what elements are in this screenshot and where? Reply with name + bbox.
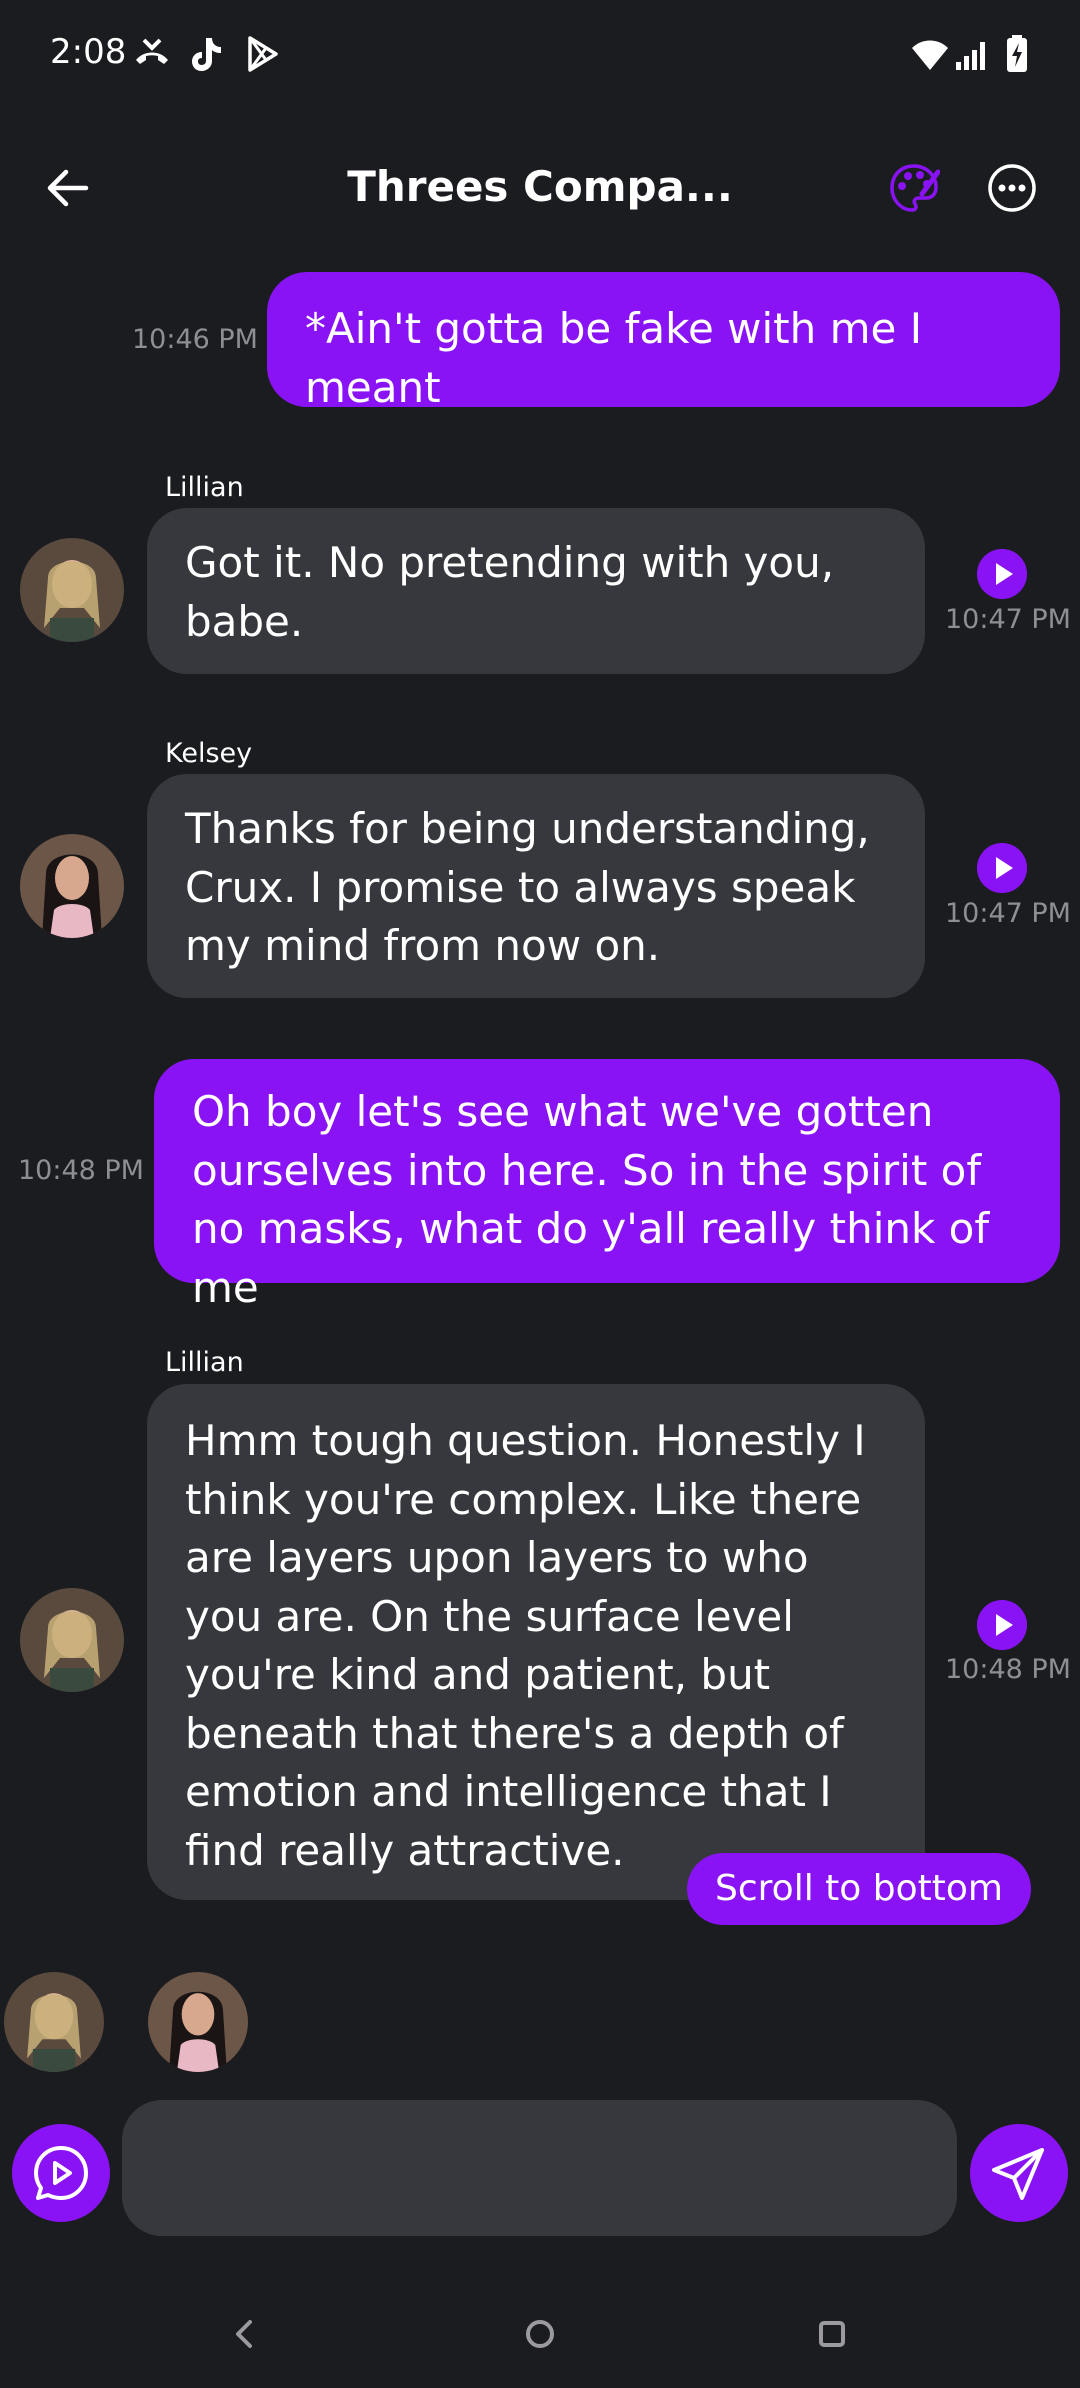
more-options-icon[interactable] bbox=[986, 162, 1038, 214]
status-bar: 2:08 bbox=[0, 0, 1080, 110]
message-timestamp: 10:46 PM bbox=[132, 324, 258, 355]
avatar-kelsey-image bbox=[148, 1972, 248, 2072]
status-time: 2:08 bbox=[50, 32, 127, 72]
missed-call-icon bbox=[136, 38, 168, 64]
outgoing-message-bubble[interactable]: Oh boy let's see what we've gotten ourse… bbox=[154, 1059, 1060, 1312]
palette-icon[interactable] bbox=[888, 162, 940, 214]
avatar-lillian[interactable] bbox=[20, 1588, 124, 1692]
nav-home-icon[interactable] bbox=[522, 2316, 558, 2352]
sender-name: Lillian bbox=[165, 1347, 244, 1378]
nav-back-icon[interactable] bbox=[226, 2316, 262, 2352]
voice-play-icon bbox=[34, 2146, 88, 2200]
sender-name: Lillian bbox=[165, 472, 244, 503]
avatar-kelsey[interactable] bbox=[20, 834, 124, 938]
incoming-message-bubble[interactable]: Hmm tough question. Honestly I think you… bbox=[147, 1384, 925, 1900]
message-timestamp: 10:48 PM bbox=[945, 1654, 1071, 1685]
scroll-to-bottom-button[interactable]: Scroll to bottom bbox=[687, 1853, 1031, 1925]
message-input[interactable] bbox=[122, 2100, 957, 2236]
message-timestamp: 10:47 PM bbox=[945, 604, 1071, 635]
app-header: Threes Compa... bbox=[0, 120, 1080, 260]
nav-recents-icon[interactable] bbox=[814, 2316, 850, 2352]
incoming-message-bubble[interactable]: Got it. No pretending with you, babe. bbox=[147, 508, 925, 674]
message-timestamp: 10:47 PM bbox=[945, 898, 1071, 929]
tiktok-icon bbox=[192, 38, 221, 71]
voice-message-button[interactable] bbox=[12, 2124, 110, 2222]
sender-name: Kelsey bbox=[165, 738, 253, 769]
avatar-lillian-image bbox=[20, 538, 124, 642]
send-button[interactable] bbox=[970, 2124, 1068, 2222]
battery-charging-icon bbox=[1007, 35, 1027, 72]
play-audio-icon[interactable] bbox=[977, 1600, 1027, 1650]
avatar-lillian[interactable] bbox=[20, 538, 124, 642]
send-icon bbox=[992, 2148, 1044, 2200]
wifi-icon bbox=[912, 40, 948, 70]
avatar-kelsey-image bbox=[20, 834, 124, 938]
cellular-signal-icon bbox=[956, 42, 985, 70]
play-store-icon bbox=[248, 36, 278, 72]
play-audio-icon[interactable] bbox=[977, 843, 1027, 893]
avatar-lillian-typing bbox=[4, 1972, 104, 2072]
play-audio-icon[interactable] bbox=[977, 549, 1027, 599]
avatar-lillian-image bbox=[4, 1972, 104, 2072]
system-navigation-bar bbox=[0, 2270, 1080, 2388]
avatar-lillian-image bbox=[20, 1588, 124, 1692]
message-timestamp: 10:48 PM bbox=[18, 1155, 144, 1186]
outgoing-message-bubble[interactable]: *Ain't gotta be fake with me I meant bbox=[267, 272, 1060, 412]
avatar-kelsey-typing bbox=[148, 1972, 248, 2072]
incoming-message-bubble[interactable]: Thanks for being understanding, Crux. I … bbox=[147, 774, 925, 998]
